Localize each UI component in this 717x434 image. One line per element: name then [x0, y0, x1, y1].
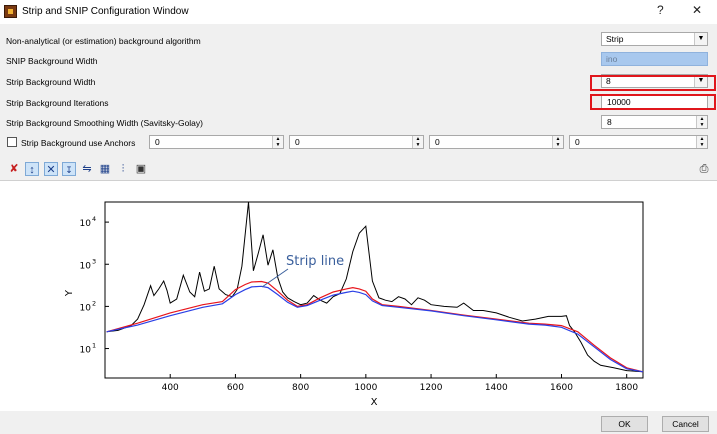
- plot-frame: [104, 201, 644, 379]
- x-tick-label: 1000: [354, 383, 377, 393]
- window-title: Strip and SNIP Configuration Window: [22, 6, 189, 17]
- cancel-button[interactable]: Cancel: [662, 416, 709, 432]
- y-tick-exponent: 4: [92, 215, 96, 223]
- strip-width-label: Strip Background Width: [6, 77, 96, 87]
- y-autoscale-icon[interactable]: ↕: [25, 162, 39, 176]
- anchor-input-1[interactable]: 0 ▲ ▼: [149, 135, 284, 149]
- algorithm-label: Non-analytical (or estimation) backgroun…: [6, 36, 201, 46]
- x-tick-label: 1200: [420, 383, 443, 393]
- x-tick-label: 1400: [485, 383, 508, 393]
- y-tick-label: 10: [80, 261, 92, 271]
- anchor-value: 0: [575, 137, 580, 147]
- save-icon[interactable]: ▣: [134, 162, 148, 176]
- spin-arrows-icon[interactable]: ▲ ▼: [696, 116, 707, 128]
- x-tick-label: 1600: [550, 383, 573, 393]
- grid-icon[interactable]: ▦: [98, 162, 112, 176]
- smoothing-label: Strip Background Smoothing Width (Savits…: [6, 118, 203, 128]
- x-autoscale-icon[interactable]: ✕: [44, 162, 58, 176]
- curve-marker-icon[interactable]: ⫶: [116, 162, 130, 176]
- y-tick-exponent: 2: [92, 299, 96, 307]
- strip-width-select[interactable]: 8 ▼: [601, 74, 708, 88]
- algorithm-select[interactable]: Strip ▼: [601, 32, 708, 46]
- anchor-value: 0: [155, 137, 160, 147]
- snip-width-select: ino: [601, 52, 708, 66]
- y-tick-exponent: 3: [92, 257, 96, 265]
- x-tick-label: 400: [162, 383, 179, 393]
- anchor-input-2[interactable]: 0 ▲ ▼: [289, 135, 424, 149]
- spin-arrows-icon[interactable]: ▲ ▼: [696, 136, 707, 148]
- plot-area: 400 600 800 1000 1200 1400 1600 1800 10 1 10 2 10 3 1…: [0, 181, 717, 411]
- strip-iterations-value: 10000: [607, 97, 631, 107]
- strip-iterations-label: Strip Background Iterations: [6, 98, 109, 108]
- strip-iterations-input[interactable]: 10000: [601, 95, 708, 109]
- print-icon[interactable]: ⎙: [697, 162, 711, 176]
- snip-width-value: ino: [606, 54, 618, 64]
- strip-line-annotation: Strip line: [286, 254, 344, 269]
- algorithm-value: Strip: [606, 34, 624, 44]
- x-tick-label: 1800: [615, 383, 638, 393]
- x-tick-label: 800: [292, 383, 309, 393]
- spin-arrows-icon[interactable]: ▲ ▼: [552, 136, 563, 148]
- anchor-input-3[interactable]: 0 ▲ ▼: [429, 135, 564, 149]
- x-tick-label: 600: [227, 383, 244, 393]
- legend-icon[interactable]: ⇋: [80, 162, 94, 176]
- y-axis-label: Y: [64, 289, 75, 297]
- reset-zoom-icon[interactable]: ✘: [7, 162, 21, 176]
- anchors-label: Strip Background use Anchors: [21, 138, 136, 148]
- app-icon: [4, 5, 17, 18]
- plot-toolbar: ✘ ↕ ✕ ↧ ⇋ ▦ ⫶ ▣ ⎙: [0, 160, 717, 181]
- strip-width-value: 8: [606, 76, 611, 86]
- y-tick-exponent: 1: [92, 342, 96, 350]
- anchor-value: 0: [295, 137, 300, 147]
- smoothing-input[interactable]: 8 ▲ ▼: [601, 115, 708, 129]
- spin-arrows-icon[interactable]: ▲ ▼: [412, 136, 423, 148]
- close-button[interactable]: ✕: [692, 3, 702, 17]
- help-button[interactable]: ?: [657, 3, 664, 17]
- smoothing-value: 8: [607, 117, 612, 127]
- y-log-icon[interactable]: ↧: [62, 162, 76, 176]
- ok-button[interactable]: OK: [601, 416, 648, 432]
- anchor-value: 0: [435, 137, 440, 147]
- anchors-checkbox[interactable]: [7, 137, 17, 147]
- x-axis-label: X: [371, 397, 378, 408]
- chevron-down-icon[interactable]: ▼: [694, 75, 707, 87]
- spectrum-chart[interactable]: 400 600 800 1000 1200 1400 1600 1800 10 110 210 31…: [0, 181, 717, 411]
- snip-width-label: SNIP Background Width: [6, 56, 98, 66]
- y-tick-label: 10: [80, 219, 92, 229]
- anchor-input-4[interactable]: 0 ▲ ▼: [569, 135, 708, 149]
- title-bar: Strip and SNIP Configuration Window ? ✕: [0, 0, 717, 24]
- chevron-down-icon[interactable]: ▼: [694, 33, 707, 45]
- y-tick-label: 10: [80, 346, 92, 356]
- spin-arrows-icon[interactable]: ▲ ▼: [272, 136, 283, 148]
- y-tick-label: 10: [80, 303, 92, 313]
